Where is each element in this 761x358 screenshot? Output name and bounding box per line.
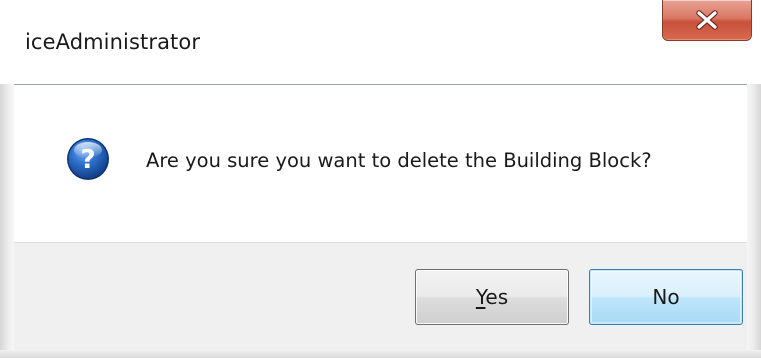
window-title: iceAdministrator — [25, 30, 201, 54]
close-button[interactable] — [662, 0, 752, 41]
close-icon — [696, 10, 718, 30]
no-button[interactable]: No — [589, 269, 743, 325]
yes-button-label: Yes — [476, 285, 508, 309]
title-bar[interactable]: iceAdministrator — [0, 0, 761, 84]
message-area: ? Are you sure you want to delete the Bu… — [14, 85, 747, 242]
message-text: Are you sure you want to delete the Buil… — [146, 149, 652, 172]
yes-button[interactable]: Yes — [415, 269, 569, 325]
no-button-label: No — [652, 285, 680, 309]
window-border-bottom — [0, 350, 761, 358]
dialog-content: ? Are you sure you want to delete the Bu… — [14, 84, 747, 351]
yes-button-mnemonic: Y — [475, 285, 486, 309]
svg-text:?: ? — [80, 145, 95, 175]
button-bar: Yes No — [14, 242, 747, 351]
question-icon: ? — [67, 138, 109, 180]
yes-button-label-rest: es — [485, 285, 509, 309]
